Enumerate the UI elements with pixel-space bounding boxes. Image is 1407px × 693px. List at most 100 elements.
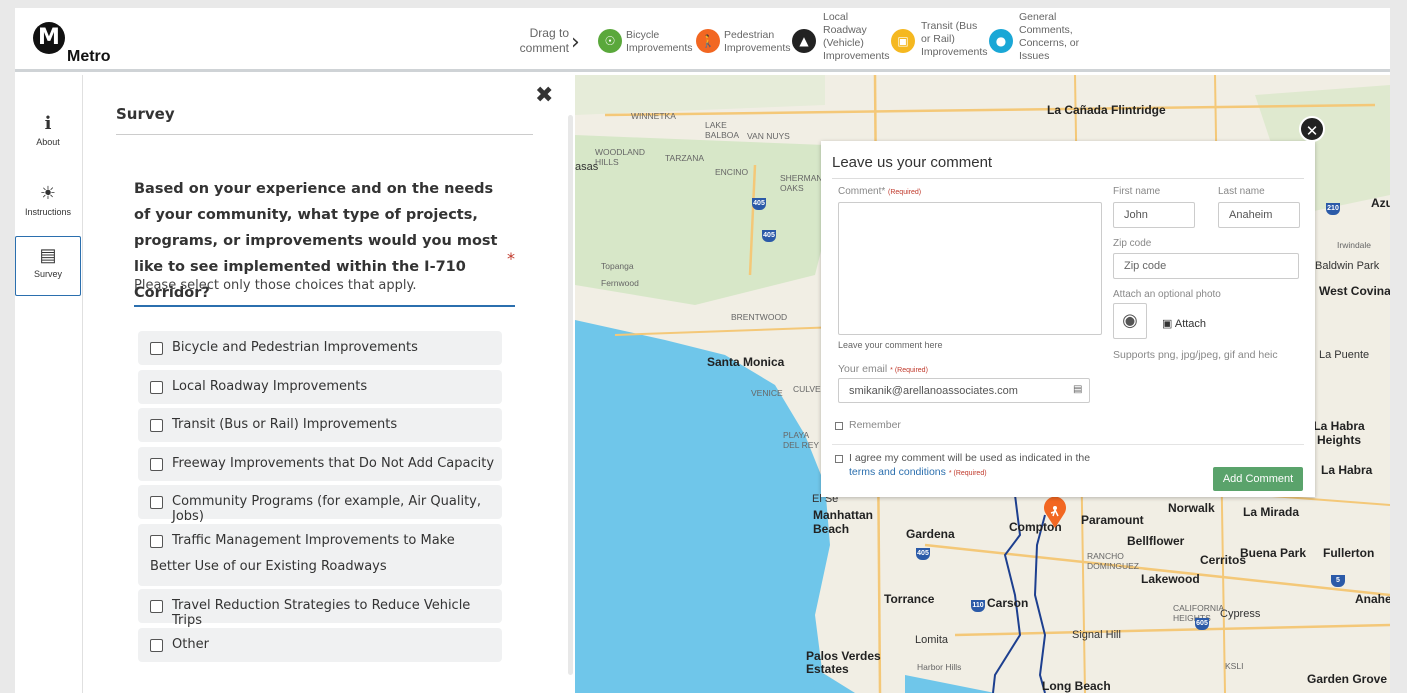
add-comment-button[interactable]: Add Comment — [1213, 467, 1303, 491]
choice-option[interactable]: Traffic Management Improvements to Make … — [138, 524, 502, 586]
sidebar-item-instructions-label: Instructions — [24, 207, 72, 217]
category-bicycle-label[interactable]: Bicycle Improvements — [626, 29, 693, 55]
choice-option[interactable]: Community Programs (for example, Air Qua… — [138, 485, 502, 524]
checkbox[interactable] — [150, 342, 163, 355]
map-label: West Covina — [1319, 284, 1390, 298]
last-name-input[interactable]: Anaheim — [1218, 202, 1300, 228]
map-label: Lomita — [915, 634, 949, 646]
map-label: asas — [575, 161, 599, 173]
car-icon[interactable]: ▲ — [792, 29, 816, 53]
attach-button[interactable]: ▣ Attach — [1162, 317, 1206, 330]
choice-label: Bicycle and Pedestrian Improvements — [172, 340, 418, 355]
photo-label: Attach an optional photo — [1113, 289, 1221, 300]
comment-label-text: Comment* — [838, 186, 886, 197]
camera-small-icon: ▣ — [1162, 318, 1173, 330]
map-label: La Habra Heights — [1313, 419, 1365, 447]
agree-checkbox[interactable] — [835, 455, 843, 463]
map-label: Irwindale — [1337, 240, 1372, 250]
drag-to-comment-label: Drag to comment — [519, 26, 569, 55]
remember-checkbox[interactable] — [835, 422, 843, 430]
map-label: Bellflower — [1127, 534, 1185, 548]
bus-icon[interactable]: ▣ — [891, 29, 915, 53]
highway-shield-icon: 110 — [971, 600, 985, 612]
highway-shield-icon: 210 — [1326, 203, 1340, 215]
map-label: VENICE — [751, 388, 783, 398]
map-label: Garden Grove — [1307, 672, 1388, 686]
metro-logo-text[interactable]: Metro — [67, 48, 111, 66]
choice-label: Freeway Improvements that Do Not Add Cap… — [172, 456, 495, 471]
checkbox[interactable] — [150, 496, 163, 509]
choice-option[interactable]: Transit (Bus or Rail) Improvements — [138, 408, 502, 442]
comment-label: Comment* (Required) — [838, 186, 921, 197]
contact-card-icon: ▤ — [1073, 384, 1083, 395]
category-transit-label[interactable]: Transit (Bus or Rail) Improvements — [921, 20, 988, 59]
choice-label: Travel Reduction Strategies to Reduce Ve… — [172, 598, 471, 628]
close-icon[interactable]: ✖ — [535, 83, 553, 108]
map-label: Buena Park — [1240, 546, 1307, 560]
sidebar: i About ☀ Instructions ▤ Survey — [15, 75, 83, 693]
sidebar-item-about[interactable]: i About — [15, 105, 81, 165]
choice-option[interactable]: Freeway Improvements that Do Not Add Cap… — [138, 447, 502, 481]
map-label: RANCHO DOMINGUEZ — [1087, 551, 1139, 571]
agree-text: I agree my comment will be used as indic… — [849, 452, 1091, 464]
choice-label: Community Programs (for example, Air Qua… — [172, 494, 481, 524]
highway-shield-icon: 5 — [1331, 575, 1345, 587]
map-label: La Puente — [1319, 349, 1370, 361]
header: M Metro Drag to comment › ☉ Bicycle Impr… — [15, 8, 1390, 72]
choice-option[interactable]: Travel Reduction Strategies to Reduce Ve… — [138, 589, 502, 628]
category-general-label[interactable]: General Comments, Concerns, or Issues — [1019, 11, 1083, 63]
info-icon: i — [44, 113, 52, 134]
choice-option[interactable]: Local Roadway Improvements — [138, 370, 502, 404]
email-label-text: Your email — [838, 363, 888, 375]
zip-input[interactable]: Zip code — [1113, 253, 1299, 279]
map-label: VAN NUYS — [747, 131, 790, 141]
map-label: WINNETKA — [631, 111, 676, 121]
map-label: Baldwin Park — [1315, 260, 1380, 272]
sidebar-item-survey[interactable]: ▤ Survey — [15, 236, 81, 296]
comment-hint: Leave your comment here — [838, 340, 943, 350]
category-roadway-label[interactable]: Local Roadway (Vehicle) Improvements — [823, 11, 890, 63]
scrollbar[interactable] — [568, 115, 573, 675]
category-pedestrian-label[interactable]: Pedestrian Improvements — [724, 29, 791, 55]
metro-logo-icon[interactable]: M — [33, 22, 65, 54]
map-label: Manhattan Beach — [813, 508, 873, 536]
first-name-label: First name — [1113, 186, 1161, 197]
map-label: Lakewood — [1141, 572, 1200, 586]
sidebar-item-about-label: About — [36, 137, 60, 147]
pedestrian-marker-icon[interactable] — [1042, 496, 1068, 528]
pedestrian-icon[interactable]: 🚶 — [696, 29, 720, 53]
divider — [116, 134, 533, 135]
lightbulb-icon: ☀ — [39, 183, 57, 203]
choice-label: Traffic Management Improvements to Make … — [150, 533, 455, 574]
checkbox[interactable] — [150, 600, 163, 613]
map-label: Santa Monica — [707, 355, 785, 369]
map-label: Long Beach — [1042, 679, 1111, 693]
map-label: Cerritos — [1200, 553, 1247, 567]
terms-link[interactable]: terms and conditions — [849, 466, 946, 478]
remember-label: Remember — [849, 419, 901, 431]
speech-bubble-icon[interactable]: ● — [989, 29, 1013, 53]
map-label: KSLI — [1225, 661, 1244, 671]
map-label: La Habra — [1321, 463, 1373, 477]
map-label: Palos Verdes Estates — [806, 649, 881, 676]
sidebar-item-instructions[interactable]: ☀ Instructions — [15, 175, 81, 235]
bicycle-icon[interactable]: ☉ — [598, 29, 622, 53]
checkbox[interactable] — [150, 419, 163, 432]
choice-option[interactable]: Other — [138, 628, 502, 662]
map-label: Norwalk — [1168, 501, 1215, 515]
attach-label: Attach — [1174, 318, 1207, 330]
camera-icon[interactable]: ◉ — [1113, 303, 1147, 339]
dialog-close-icon[interactable]: ✕ — [1299, 116, 1325, 142]
map-label: Paramount — [1081, 513, 1144, 527]
map-label: Fullerton — [1323, 546, 1375, 560]
email-input[interactable]: smikanik@arellanoassociates.com — [838, 378, 1090, 403]
checkbox[interactable] — [150, 381, 163, 394]
map-label: Torrance — [884, 592, 935, 606]
checkbox[interactable] — [150, 639, 163, 652]
first-name-input[interactable]: John — [1113, 202, 1195, 228]
zip-label: Zip code — [1113, 238, 1152, 249]
checkbox[interactable] — [150, 458, 163, 471]
comment-textarea[interactable] — [838, 202, 1102, 335]
map-label: TARZANA — [665, 153, 705, 163]
choice-option[interactable]: Bicycle and Pedestrian Improvements — [138, 331, 502, 365]
